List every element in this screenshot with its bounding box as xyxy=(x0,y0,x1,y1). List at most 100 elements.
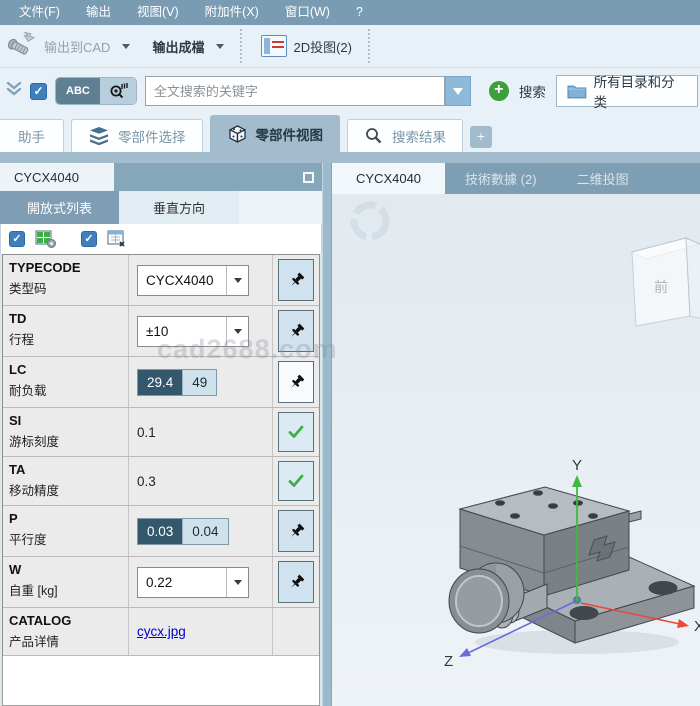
pin-button[interactable] xyxy=(278,310,314,352)
magnifier-icon xyxy=(364,126,384,146)
menu-view[interactable]: 视图(V) xyxy=(124,0,192,25)
left-panel-title: CYCX4040 xyxy=(0,163,114,191)
param-name: 平行度 xyxy=(9,529,122,548)
parallelism-toggle: 0.03 0.04 xyxy=(137,518,229,545)
menu-addons[interactable]: 附加件(X) xyxy=(192,0,272,25)
view-cube-front-label: 前 xyxy=(654,279,668,295)
3d-model-canvas: 前 xyxy=(332,194,700,706)
parallelism-option-other[interactable]: 0.04 xyxy=(182,519,227,544)
param-name: 游标刻度 xyxy=(9,431,122,450)
projection-2d-button[interactable]: 2D投图(2) xyxy=(253,32,360,60)
param-label: P 平行度 xyxy=(3,506,129,556)
tab-vertical[interactable]: 垂直方向 xyxy=(119,191,239,224)
search-scope-selector[interactable]: 所有目录和分类 xyxy=(556,75,698,107)
part-parameters-panel: CYCX4040 開放式列表 垂直方向 ✓ ✓ xyxy=(0,163,322,706)
pin-button[interactable] xyxy=(278,259,314,301)
export-file-dropdown-caret[interactable] xyxy=(216,44,224,49)
axis-z-label: Z xyxy=(444,653,453,670)
left-panel-empty-area xyxy=(2,656,320,706)
menu-window[interactable]: 窗口(W) xyxy=(272,0,343,25)
tab-open-list[interactable]: 開放式列表 xyxy=(0,191,119,224)
table-option-checkbox-2[interactable]: ✓ xyxy=(81,231,97,247)
table-edit-icon[interactable] xyxy=(107,229,129,249)
param-name: 类型码 xyxy=(9,278,122,297)
export-file-button[interactable]: 输出成檔 xyxy=(152,37,204,56)
menu-file[interactable]: 文件(F) xyxy=(6,0,73,25)
confirm-button[interactable] xyxy=(278,461,314,501)
accuracy-value: 0.3 xyxy=(137,474,156,489)
param-name: 移动精度 xyxy=(9,480,122,499)
parallelism-option-selected[interactable]: 0.03 xyxy=(138,519,182,544)
axis-y-label: Y xyxy=(572,457,582,474)
table-settings-icon[interactable] xyxy=(35,229,57,249)
pin-button[interactable] xyxy=(278,561,314,603)
dropdown-arrow-icon[interactable] xyxy=(226,568,248,597)
table-row: TA 移动精度 0.3 xyxy=(3,457,319,506)
folder-icon xyxy=(567,83,587,99)
catalog-link[interactable]: cycx.jpg xyxy=(137,624,186,639)
projection-2d-label: 2D投图(2) xyxy=(293,37,352,56)
main-area: CYCX4040 開放式列表 垂直方向 ✓ ✓ xyxy=(0,163,700,706)
stroke-dropdown[interactable]: ±10 xyxy=(137,316,249,347)
tab-assistant[interactable]: 助手 xyxy=(0,119,64,152)
param-name: 产品详情 xyxy=(9,631,122,650)
panel-splitter[interactable] xyxy=(322,163,332,706)
tab-part-selection[interactable]: 零部件选择 xyxy=(71,119,203,152)
dropdown-arrow-icon[interactable] xyxy=(226,266,248,295)
left-panel-title-bar xyxy=(114,163,322,191)
weight-dropdown[interactable]: 0.22 xyxy=(137,567,249,598)
toolbar-separator xyxy=(240,29,245,63)
pin-button[interactable] xyxy=(278,510,314,552)
param-label: SI 游标刻度 xyxy=(3,408,129,456)
collapse-chevron-icon[interactable] xyxy=(4,79,24,104)
search-label: 搜索 xyxy=(519,81,546,101)
pin-button[interactable] xyxy=(278,361,314,403)
add-tab-button[interactable]: + xyxy=(470,126,492,148)
dropdown-arrow-icon[interactable] xyxy=(226,317,248,346)
typecode-dropdown[interactable]: CYCX4040 xyxy=(137,265,249,296)
export-to-cad-icon xyxy=(6,31,38,62)
load-option-other[interactable]: 49 xyxy=(182,370,216,395)
confirm-button[interactable] xyxy=(278,412,314,452)
table-option-checkbox-1[interactable]: ✓ xyxy=(9,231,25,247)
param-label: TYPECODE 类型码 xyxy=(3,255,129,305)
tab-search-results[interactable]: 搜索结果 xyxy=(347,119,463,152)
scale-value: 0.1 xyxy=(137,425,156,440)
search-history-dropdown[interactable] xyxy=(445,76,471,106)
spinner-icon xyxy=(354,205,386,237)
pin-icon xyxy=(288,574,305,591)
export-cad-dropdown-caret[interactable] xyxy=(122,44,130,49)
cube-icon xyxy=(227,124,248,145)
search-input[interactable] xyxy=(145,76,445,106)
tab-part-view[interactable]: 零部件视图 xyxy=(210,115,341,152)
menu-help[interactable]: ? xyxy=(343,0,376,25)
projection-2d-icon xyxy=(261,35,287,57)
view-cube[interactable]: 前 xyxy=(632,238,700,326)
fulltext-mode-button[interactable] xyxy=(100,78,136,104)
search-bar: ✓ ABC + 搜索 所有目录和分类 xyxy=(0,68,700,114)
param-label: LC 耐负载 xyxy=(3,357,129,407)
export-to-cad-button[interactable]: 输出到CAD xyxy=(44,37,110,56)
check-icon xyxy=(287,424,305,440)
stack-icon xyxy=(88,126,110,146)
param-name: 耐负载 xyxy=(9,380,122,399)
table-row: LC 耐负载 29.4 49 xyxy=(3,357,319,408)
tab-strip xyxy=(0,152,700,163)
load-option-selected[interactable]: 29.4 xyxy=(138,370,182,395)
table-row: SI 游标刻度 0.1 xyxy=(3,408,319,457)
menu-export[interactable]: 输出 xyxy=(73,0,124,25)
tab-model[interactable]: CYCX4040 xyxy=(332,163,445,194)
maximize-icon[interactable] xyxy=(303,172,314,183)
search-option-checkbox[interactable]: ✓ xyxy=(30,83,47,100)
axis-x-label: X xyxy=(694,618,700,635)
search-scope-label: 所有目录和分类 xyxy=(594,71,687,111)
pin-icon xyxy=(288,323,305,340)
tab-2d-projection[interactable]: 二维投图 xyxy=(557,163,649,194)
3d-viewport[interactable]: 前 xyxy=(332,194,700,706)
tab-technical-data[interactable]: 技術數據 (2) xyxy=(445,163,557,194)
param-code: TA xyxy=(9,462,122,477)
param-label: CATALOG 产品详情 xyxy=(3,608,129,655)
add-search-button[interactable]: + xyxy=(489,81,509,101)
abc-mode-button[interactable]: ABC xyxy=(56,78,100,104)
tab-part-selection-label: 零部件选择 xyxy=(118,126,186,146)
